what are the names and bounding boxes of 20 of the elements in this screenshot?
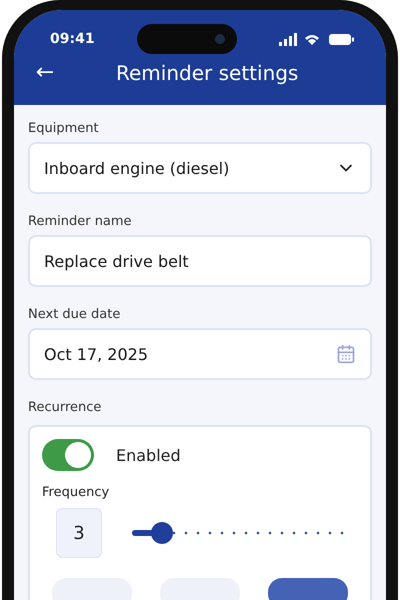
frequency-input-field[interactable]: 3: [56, 508, 102, 558]
field-label: Recurrence: [28, 400, 102, 415]
unit-chip[interactable]: [268, 578, 348, 600]
date-input-field[interactable]: Oct 17, 2025: [28, 328, 372, 380]
equipment-dropdown[interactable]: Inboard engine (diesel): [28, 142, 372, 194]
calendar-icon: [336, 344, 356, 364]
signal-icon: [278, 32, 297, 46]
field-label: Next due date: [28, 307, 122, 322]
toggle-switch[interactable]: [42, 439, 94, 471]
slider-thumb[interactable]: [151, 522, 174, 544]
battery-icon: [328, 34, 354, 44]
wifi-icon: [304, 33, 321, 45]
frequency-label: Frequency: [42, 485, 110, 500]
field-label: Equipment: [28, 121, 100, 136]
toggle-label: Enabled: [116, 446, 181, 464]
name-input-field[interactable]: Replace drive belt: [28, 235, 372, 287]
back-button[interactable]: ←: [30, 60, 60, 85]
status-time: 09:41: [50, 31, 95, 47]
field-label: Reminder name: [28, 214, 133, 229]
screen-title: Reminder settings: [116, 60, 298, 84]
